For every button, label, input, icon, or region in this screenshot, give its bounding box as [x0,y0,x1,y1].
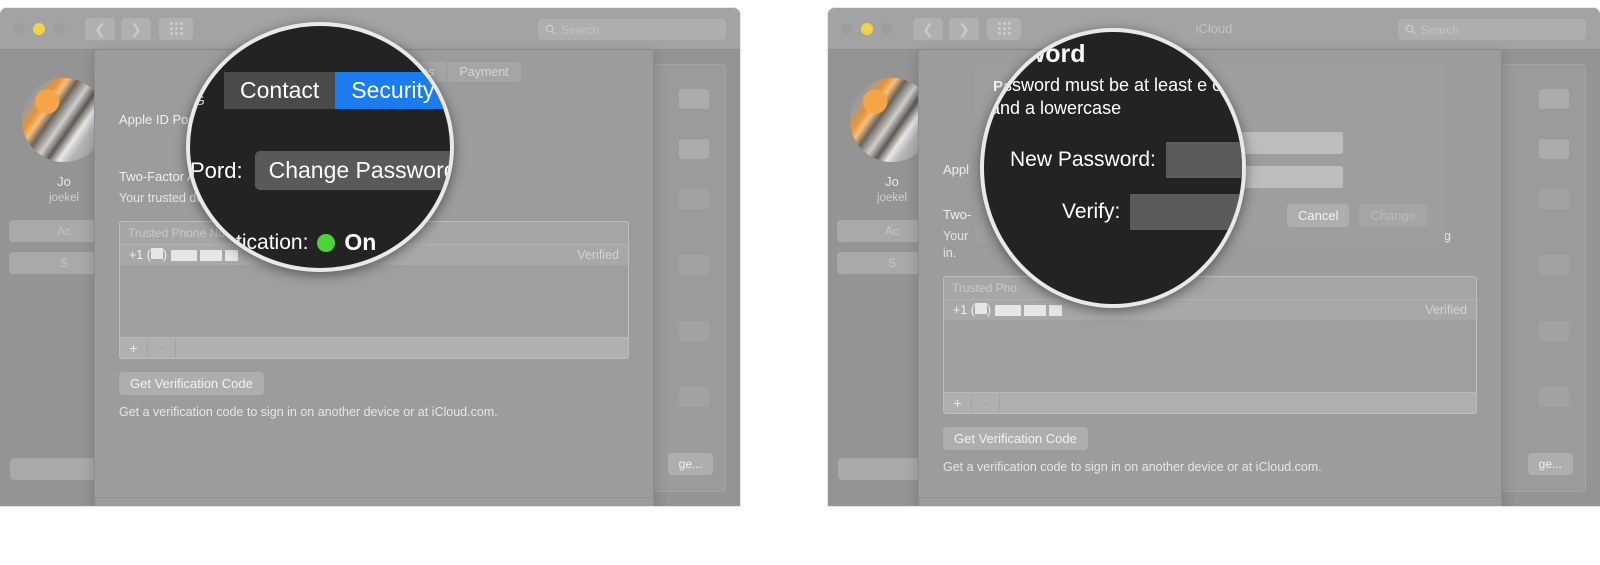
bg-toggle-5[interactable] [1539,321,1569,341]
magnified-new-password-input[interactable] [1165,142,1242,178]
remove-phone-button[interactable]: − [972,392,1000,413]
bg-toggle-1[interactable] [1539,89,1569,109]
two-factor-desc-mid: in. [943,245,957,260]
add-phone-button[interactable]: + [944,392,972,413]
status-dot-icon [317,233,336,252]
minimize-button[interactable] [33,22,45,35]
magnified-two-factor-row: ed dev tication: On [186,229,377,256]
user-email: joekel [48,192,80,204]
table-footer-filler [1000,393,1476,413]
right-sheet-footer: Done [919,497,1501,506]
verified-status: Verified [577,247,619,262]
magnified-2fa-prefix: ed dev [186,234,228,251]
magnified-dialog-description: Cssword must be at least e case letter, … [990,74,1242,120]
search-icon [545,24,556,35]
bg-toggle-1[interactable] [679,89,709,109]
bg-toggle-4[interactable] [679,255,709,275]
magnifier-left: G Contact Security Pord: Change Password… [186,22,454,272]
bg-toggle-2[interactable] [679,139,709,159]
back-icon[interactable]: ❮ [85,17,115,40]
magnified-new-password-row: New Password: [1010,142,1242,178]
apple-id-password-label: Appl [943,162,970,177]
phone-prefix: +1 ( [953,302,975,317]
nav-buttons: ❮ ❯ [85,17,151,40]
magnified-tab-general: G [194,92,205,108]
right-search-field[interactable]: Search [1398,19,1586,40]
user-name: Jo [885,174,899,189]
bg-toggle-6[interactable] [679,387,709,407]
left-search-placeholder: Search [561,22,600,37]
bg-toggle-5[interactable] [679,321,709,341]
bg-toggle-6[interactable] [1539,387,1569,407]
table-footer: + − [120,336,628,358]
show-all-grid-icon[interactable] [159,17,193,40]
magnifier-right-content: ssword Cssword must be at least e case l… [984,32,1242,304]
table-footer: + − [944,391,1476,413]
add-phone-button[interactable]: + [120,337,148,358]
tab-payment[interactable]: Payment [447,62,521,82]
magnified-password-row: Pord: Change Password... [190,151,450,190]
magnified-dialog-title: ssword [998,40,1086,68]
user-email: joekel [876,192,908,204]
magnified-2fa-status: On [344,229,377,255]
phone-number-cell: +1 () [953,302,1062,317]
table-empty-area [944,319,1476,392]
remove-phone-button[interactable]: − [148,337,176,358]
left-sheet-footer: Done [95,497,653,506]
back-icon[interactable]: ❮ [913,17,943,40]
magnified-change-password-button[interactable]: Change Password... [254,151,450,190]
minimize-button[interactable] [861,22,873,35]
right-background-change-button[interactable]: ge... [1527,453,1573,475]
forward-icon[interactable]: ❯ [949,17,979,40]
bg-toggle-2[interactable] [1539,139,1569,159]
verification-hint: Get a verification code to sign in on an… [943,459,1322,474]
bg-toggle-3[interactable] [1539,189,1569,209]
magnified-tab-contact[interactable]: Contact [224,72,336,109]
cancel-button[interactable]: Cancel [1286,203,1350,227]
traffic-lights-right [841,22,893,35]
get-verification-code-row: Get Verification Code [119,371,629,395]
magnified-password-label: Pord: [190,157,243,183]
redacted-phone [994,304,1062,316]
zoom-button[interactable] [881,22,893,35]
magnified-tab-security[interactable]: Security [335,72,450,109]
search-icon [1405,24,1416,35]
magnified-tab-bar: Contact Security [224,72,450,109]
magnified-2fa-word: tication: [236,230,309,254]
table-empty-area [120,264,628,337]
magnifier-left-content: G Contact Security Pord: Change Password… [190,26,450,268]
verified-status: Verified [1425,302,1467,317]
phone-suffix: ) [986,302,992,317]
change-button: Change [1359,203,1427,227]
get-verification-code-button[interactable]: Get Verification Code [119,371,264,395]
screenshot-stage: ❮ ❯ Search Jo joekel Ac S ge... Payment … [0,0,1600,565]
phone-prefix: +1 ( [129,247,151,262]
get-verification-code-button[interactable]: Get Verification Code [943,426,1088,450]
magnified-verify-input[interactable] [1130,194,1242,230]
magnifier-right: ssword Cssword must be at least e case l… [980,28,1246,308]
user-name: Jo [57,174,71,189]
magnified-desc-line1a: C [990,75,1003,95]
two-factor-desc-left: Your [943,229,969,243]
nav-buttons-right: ❮ ❯ [913,17,979,40]
close-button[interactable] [841,22,853,35]
magnified-verify-row: Verify: [1062,194,1242,230]
table-footer-filler [176,338,628,358]
magnified-desc-line1b: ssword must be at least e [1003,75,1208,95]
get-verification-code-row: Get Verification Code [943,426,1477,450]
magnified-new-password-label: New Password: [1010,148,1156,171]
close-button[interactable] [13,22,25,35]
verification-hint: Get a verification code to sign in on an… [119,404,498,419]
magnified-verify-label: Verify: [1062,200,1121,223]
bg-toggle-4[interactable] [1539,255,1569,275]
bg-toggle-3[interactable] [679,189,709,209]
left-background-change-button[interactable]: ge... [667,453,713,475]
zoom-button[interactable] [53,22,65,35]
traffic-lights [13,22,65,35]
forward-icon[interactable]: ❯ [121,17,151,40]
right-search-placeholder: Search [1421,22,1460,37]
phone-suffix: ) [162,247,168,262]
left-search-field[interactable]: Search [538,19,726,40]
